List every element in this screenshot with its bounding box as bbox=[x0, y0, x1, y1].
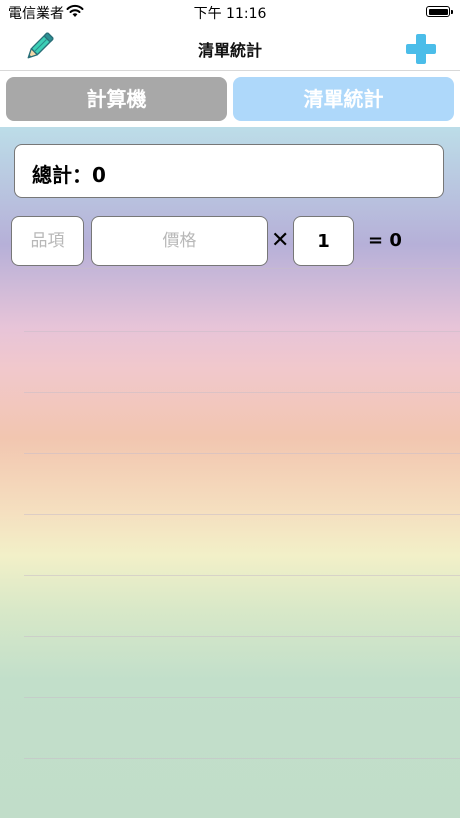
segment-tabs: 計算機 清單統計 bbox=[0, 71, 460, 127]
total-display: 總計：0 bbox=[14, 144, 444, 198]
price-input[interactable] bbox=[91, 216, 268, 266]
item-name-input[interactable] bbox=[11, 216, 84, 266]
battery-icon bbox=[426, 6, 453, 17]
ruled-line bbox=[24, 268, 460, 269]
ruled-line bbox=[24, 758, 460, 759]
tab-calculator[interactable]: 計算機 bbox=[6, 77, 227, 121]
multiply-sign: ✕ bbox=[271, 228, 290, 253]
ruled-line bbox=[24, 392, 460, 393]
status-bar: 電信業者 下午 11:16 bbox=[0, 0, 460, 24]
ruled-line bbox=[24, 575, 460, 576]
line-result: = 0 bbox=[368, 230, 402, 251]
total-label: 總計：0 bbox=[32, 163, 106, 187]
plus-icon[interactable] bbox=[404, 32, 438, 66]
navigation-bar: 清單統計 bbox=[0, 24, 460, 71]
ruled-line bbox=[24, 636, 460, 637]
ruled-line bbox=[24, 697, 460, 698]
ruled-line bbox=[24, 514, 460, 515]
tab-list-stats[interactable]: 清單統計 bbox=[233, 77, 454, 121]
list-area: 總計：0 ✕ = 0 bbox=[0, 127, 460, 818]
status-time: 下午 11:16 bbox=[193, 6, 267, 22]
ruled-line bbox=[24, 453, 460, 454]
quantity-input[interactable] bbox=[293, 216, 354, 266]
page-title: 清單統計 bbox=[197, 41, 262, 60]
ruled-line bbox=[24, 331, 460, 332]
